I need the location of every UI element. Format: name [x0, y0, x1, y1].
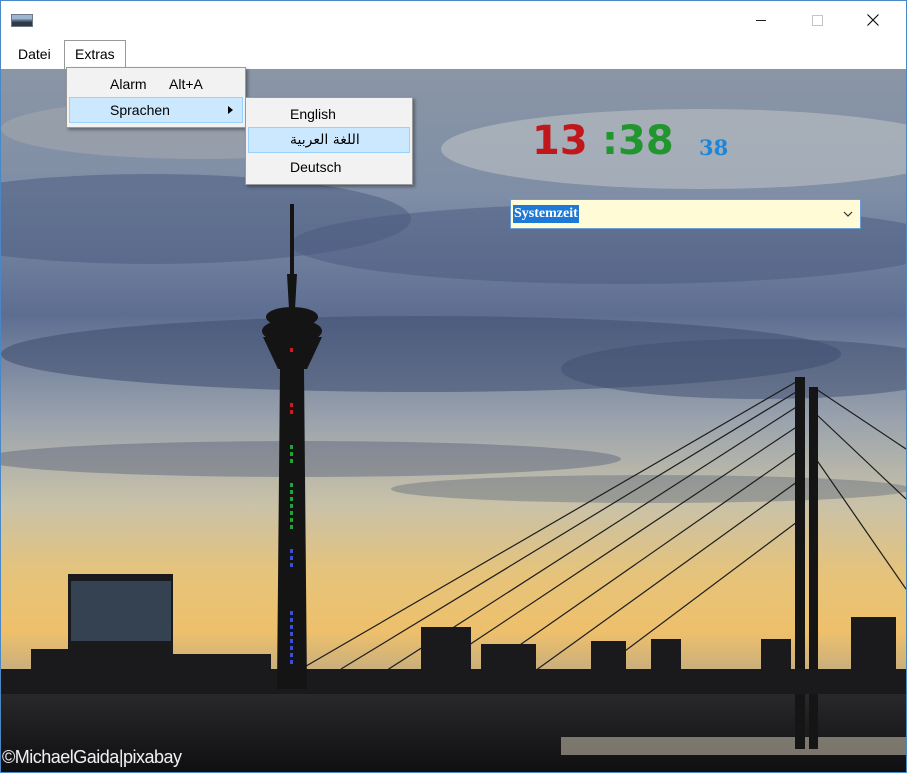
clock-minutes: :38: [602, 118, 674, 164]
menu-item-alarm[interactable]: Alarm Alt+A: [69, 71, 243, 97]
language-deutsch[interactable]: Deutsch: [248, 154, 410, 180]
close-button[interactable]: [850, 1, 896, 39]
chevron-down-icon[interactable]: [843, 209, 853, 219]
language-english[interactable]: English: [248, 101, 410, 127]
app-window: Datei Extras ©MichaelGaida|pixabay 13:3…: [0, 0, 907, 773]
close-icon: [867, 14, 879, 26]
language-arabic[interactable]: اللغة العربية: [248, 127, 410, 153]
language-submenu: English اللغة العربية Deutsch: [245, 97, 413, 185]
menu-item-alarm-label: Alarm: [110, 76, 147, 92]
clock-hours: 13: [532, 118, 588, 164]
app-icon: [11, 14, 33, 27]
menu-bar: Datei Extras: [1, 39, 906, 70]
title-bar[interactable]: [1, 1, 906, 39]
skyline-image: [1, 69, 906, 772]
language-deutsch-label: Deutsch: [290, 159, 342, 175]
photo-credit: ©MichaelGaida|pixabay: [2, 747, 182, 767]
menu-item-alarm-shortcut: Alt+A: [169, 76, 203, 92]
menu-item-sprachen-label: Sprachen: [110, 102, 170, 118]
clock-seconds: 38: [699, 135, 729, 160]
language-arabic-label: اللغة العربية: [290, 132, 360, 148]
time-source-select[interactable]: Systemzeit: [510, 199, 861, 229]
minimize-button[interactable]: [738, 1, 784, 39]
menu-extras[interactable]: Extras: [64, 40, 126, 70]
menu-item-sprachen[interactable]: Sprachen: [69, 97, 243, 123]
submenu-arrow-icon: [228, 106, 233, 114]
extras-dropdown: Alarm Alt+A Sprachen: [66, 67, 246, 128]
maximize-icon: [811, 14, 823, 26]
menu-datei[interactable]: Datei: [10, 39, 59, 69]
background-photo: ©MichaelGaida|pixabay: [1, 69, 906, 772]
language-english-label: English: [290, 106, 336, 122]
minimize-icon: [756, 19, 766, 21]
time-source-value: Systemzeit: [513, 205, 579, 223]
maximize-button[interactable]: [794, 1, 840, 39]
